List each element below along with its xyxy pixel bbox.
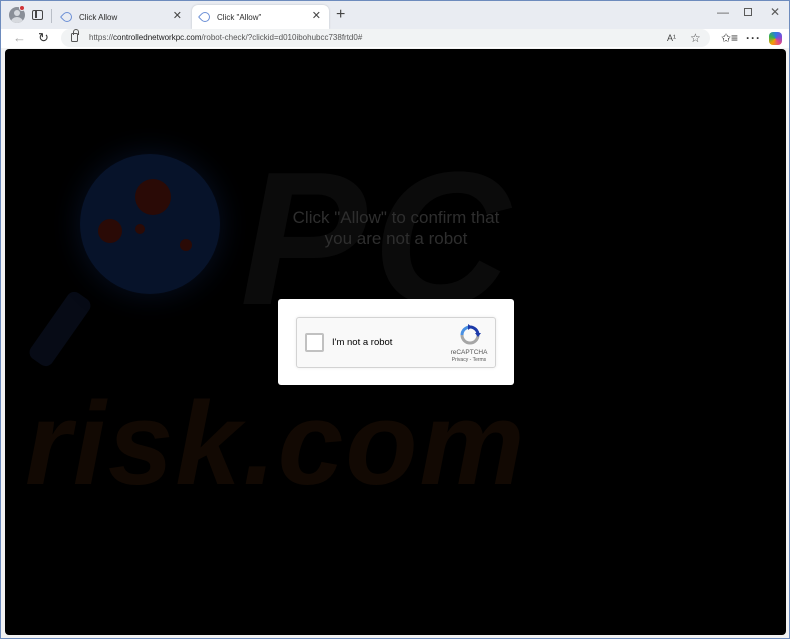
copilot-icon[interactable]: [769, 32, 782, 45]
tab-close-icon[interactable]: ✕: [312, 10, 321, 22]
headline-line-1: Click "Allow" to confirm that: [292, 208, 500, 227]
new-tab-button[interactable]: +: [336, 7, 345, 23]
recaptcha-brand-text: reCAPTCHA: [450, 349, 488, 356]
recaptcha-logo-icon: [460, 324, 481, 345]
favorites-icon[interactable]: ✩≡: [721, 30, 738, 46]
favorite-star-icon[interactable]: ☆: [690, 31, 701, 45]
tab-click-allow[interactable]: Click Allow ✕: [54, 5, 190, 29]
watermark-dot: [135, 224, 145, 234]
captcha-card: I'm not a robot reCAPTCHA Privacy - Term…: [278, 299, 514, 385]
title-bar: Click Allow ✕ Click "Allow" ✕ + — ✕: [1, 1, 789, 29]
tab-separator: [51, 9, 52, 23]
url-text[interactable]: https://controllednetworkpc.com/robot-ch…: [89, 33, 362, 42]
tab-title: Click "Allow": [217, 12, 262, 22]
maximize-icon: [744, 8, 752, 16]
watermark-risk-text: risk.com: [25, 378, 527, 510]
lock-icon[interactable]: [71, 29, 79, 42]
reload-button[interactable]: ↻: [38, 30, 49, 46]
back-button[interactable]: ←: [13, 30, 26, 46]
notification-dot-icon: [19, 5, 25, 11]
read-aloud-icon[interactable]: A¹: [667, 31, 676, 45]
page-favicon-icon: [197, 9, 213, 25]
tab-click-allow-active[interactable]: Click "Allow" ✕: [192, 5, 329, 29]
page-headline: Click "Allow" to confirm that you are no…: [245, 207, 547, 249]
watermark-dot: [180, 239, 192, 251]
headline-line-2: you are not a robot: [324, 229, 468, 248]
browser-window: Click Allow ✕ Click "Allow" ✕ + — ✕ ← ↻ …: [0, 0, 790, 639]
more-options-icon[interactable]: ···: [746, 30, 761, 46]
minimize-button[interactable]: —: [717, 5, 729, 19]
page-content: PC risk.com Click "Allow" to confirm tha…: [5, 49, 786, 635]
close-window-button[interactable]: ✕: [770, 5, 780, 19]
browser-toolbar: ← ↻ https://controllednetworkpc.com/robo…: [1, 29, 789, 48]
recaptcha-widget: I'm not a robot reCAPTCHA Privacy - Term…: [296, 317, 496, 368]
watermark-magnifier-handle: [26, 288, 94, 370]
page-favicon-icon: [59, 9, 75, 25]
captcha-checkbox[interactable]: [305, 333, 324, 352]
tab-close-icon[interactable]: ✕: [173, 10, 182, 22]
tab-title: Click Allow: [79, 12, 118, 22]
url-path: /robot-check/?clickid=d010ibohubcc738frt…: [201, 33, 363, 42]
url-host: controllednetworkpc.com: [113, 33, 202, 42]
captcha-label: I'm not a robot: [332, 337, 393, 348]
tab-actions-icon[interactable]: [32, 10, 43, 20]
watermark-dot: [135, 179, 171, 215]
url-scheme: https://: [89, 33, 114, 42]
maximize-button[interactable]: [744, 5, 752, 19]
recaptcha-links: Privacy - Terms: [443, 357, 495, 363]
privacy-link[interactable]: Privacy: [452, 357, 468, 363]
watermark-dot: [98, 219, 122, 243]
watermark-magnifier-icon: [80, 154, 220, 294]
terms-link[interactable]: Terms: [473, 357, 487, 363]
address-bar[interactable]: https://controllednetworkpc.com/robot-ch…: [61, 29, 710, 47]
